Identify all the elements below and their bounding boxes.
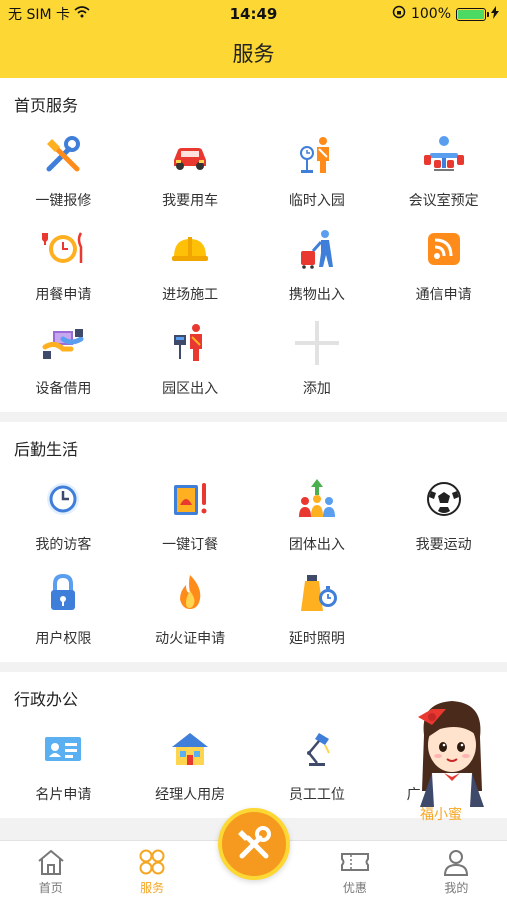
- service-label: 进场施工: [162, 287, 219, 303]
- battery-icon: [456, 7, 489, 21]
- tab-label: 我的: [444, 881, 469, 895]
- service-label: 延时照明: [288, 631, 345, 647]
- tab-service[interactable]: 服务: [101, 841, 202, 900]
- page-title: 服务: [232, 42, 275, 66]
- service-label: 会议室预定: [408, 193, 479, 209]
- service-sports[interactable]: 我要运动: [380, 474, 507, 568]
- user-icon: [444, 850, 469, 876]
- service-label: 名片申请: [35, 787, 92, 803]
- device-borrow-icon: [38, 318, 88, 368]
- charging-icon: [491, 5, 499, 23]
- house-icon: [165, 724, 215, 774]
- park-access-icon: [165, 318, 215, 368]
- order-meal-icon: [165, 474, 215, 524]
- visitor-entry-icon: [292, 130, 342, 180]
- service-label: 临时入园: [288, 193, 345, 209]
- meeting-room-icon: [419, 130, 469, 180]
- service-visitor-entry[interactable]: 临时入园: [254, 130, 381, 224]
- status-bar: 无 SIM 卡 14:49 100%: [0, 0, 507, 28]
- service-my-visitors[interactable]: 我的访客: [0, 474, 127, 568]
- wrench-icon: [238, 826, 271, 859]
- service-label: 我的访客: [35, 537, 92, 553]
- battery-percent: 100%: [410, 6, 451, 22]
- service-dining[interactable]: 用餐申请: [0, 224, 127, 318]
- service-luggage[interactable]: 携物出入: [254, 224, 381, 318]
- section-title: 首页服务: [14, 96, 79, 115]
- tools-icon: [38, 130, 88, 180]
- section-title: 后勤生活: [14, 440, 79, 459]
- center-repair-button[interactable]: [218, 808, 290, 880]
- mascot-icon: [418, 701, 484, 807]
- service-label: 一键报修: [35, 193, 92, 209]
- service-label: 我要运动: [415, 537, 472, 553]
- luggage-icon: [292, 224, 342, 274]
- tab-home[interactable]: 首页: [0, 841, 101, 900]
- signal-icon: [419, 224, 469, 274]
- service-park-access[interactable]: 园区出入: [127, 318, 254, 412]
- dining-icon: [38, 224, 88, 274]
- fire-icon: [165, 568, 215, 618]
- service-label: 动火证申请: [155, 631, 226, 647]
- desk-lamp-icon: [292, 724, 342, 774]
- service-label: 用户权限: [35, 631, 92, 647]
- service-icon: [139, 849, 165, 875]
- section-home-services: 首页服务 一键报修 我要用车 临时入园 会议室预定 用餐申请 进场施工 携物出入…: [0, 78, 507, 412]
- group-icon: [292, 474, 342, 524]
- mascot-label: 福小蜜: [420, 807, 462, 823]
- helmet-icon: [165, 224, 215, 274]
- service-label: 经理人用房: [155, 787, 226, 803]
- service-repair[interactable]: 一键报修: [0, 130, 127, 224]
- clock-icon: [38, 474, 88, 524]
- service-business-card[interactable]: 名片申请: [0, 724, 127, 818]
- tab-discount[interactable]: 优惠: [304, 841, 405, 900]
- service-construction[interactable]: 进场施工: [127, 224, 254, 318]
- nav-bar: 服务: [0, 28, 507, 78]
- section-logistics: 后勤生活 我的访客 一键订餐 团体出入 我要运动 用户权限 动火证申请 延时照明: [0, 422, 507, 662]
- home-icon: [38, 849, 64, 875]
- service-device-borrow[interactable]: 设备借用: [0, 318, 127, 412]
- ticket-icon: [340, 853, 369, 871]
- service-label: 设备借用: [35, 381, 92, 397]
- service-user-permission[interactable]: 用户权限: [0, 568, 127, 662]
- service-car[interactable]: 我要用车: [127, 130, 254, 224]
- service-label: 用餐申请: [35, 287, 92, 303]
- tab-label: 优惠: [342, 881, 367, 895]
- service-label: 一键订餐: [162, 537, 219, 553]
- rotation-lock-icon: [392, 5, 406, 23]
- service-label: 我要用车: [162, 193, 219, 209]
- carrier-text: 无 SIM 卡: [8, 7, 70, 23]
- service-manager-housing[interactable]: 经理人用房: [127, 724, 254, 818]
- tab-label: 首页: [38, 881, 63, 895]
- service-meeting-room[interactable]: 会议室预定: [380, 130, 507, 224]
- service-label: 园区出入: [162, 381, 219, 397]
- service-add[interactable]: 添加: [254, 318, 381, 412]
- football-icon: [419, 474, 469, 524]
- car-icon: [165, 130, 215, 180]
- service-fire-permit[interactable]: 动火证申请: [127, 568, 254, 662]
- tab-label: 服务: [140, 881, 165, 895]
- service-extended-lighting[interactable]: 延时照明: [254, 568, 381, 662]
- wifi-icon: [74, 6, 90, 22]
- service-label: 携物出入: [288, 287, 345, 303]
- tab-mine[interactable]: 我的: [406, 841, 507, 900]
- lighting-icon: [292, 568, 342, 618]
- service-label: 通信申请: [415, 287, 472, 303]
- service-workstation[interactable]: 员工工位: [254, 724, 381, 818]
- service-label: 添加: [302, 381, 331, 397]
- plus-icon: [292, 318, 342, 368]
- service-label: 团体出入: [288, 537, 345, 553]
- business-card-icon: [38, 724, 88, 774]
- service-group-access[interactable]: 团体出入: [254, 474, 381, 568]
- service-order-meal[interactable]: 一键订餐: [127, 474, 254, 568]
- service-label: 员工工位: [288, 787, 345, 803]
- lock-icon: [38, 568, 88, 618]
- service-communication[interactable]: 通信申请: [380, 224, 507, 318]
